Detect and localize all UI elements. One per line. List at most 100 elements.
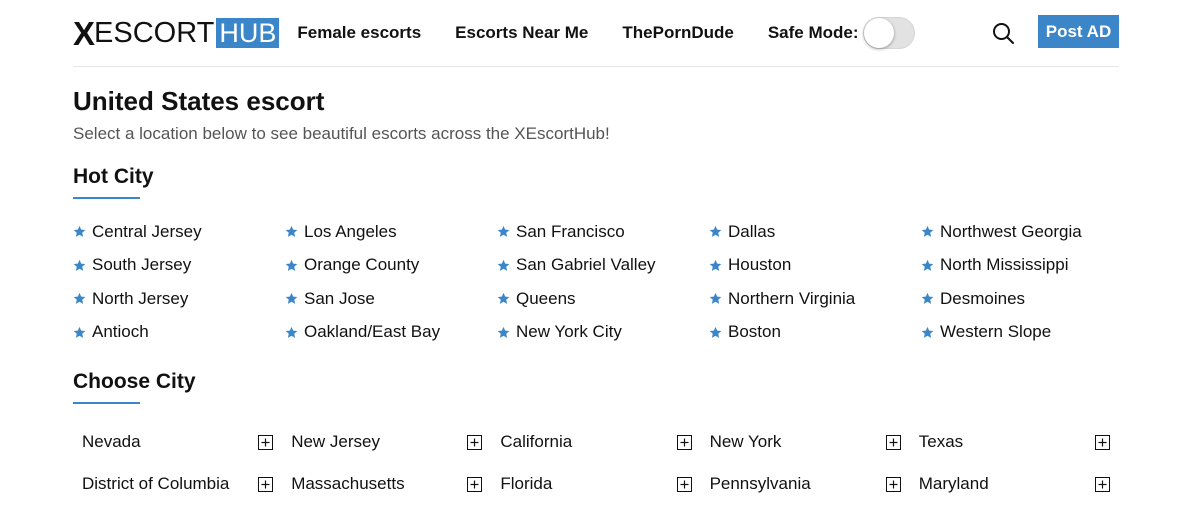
hot-city-link[interactable]: Boston (709, 322, 921, 342)
hot-city-label: New York City (516, 322, 622, 342)
expand-plus-icon[interactable] (1094, 434, 1110, 450)
hot-city-label: North Jersey (92, 288, 189, 308)
hot-city-link[interactable]: Northwest Georgia (921, 222, 1133, 242)
star-icon (73, 226, 86, 238)
nav-escorts-near-me[interactable]: Escorts Near Me (455, 23, 588, 43)
hot-city-grid: Central Jersey Los Angeles San Francisco Da… (73, 215, 1133, 349)
expand-plus-icon[interactable] (885, 476, 901, 492)
state-item[interactable]: New York (701, 432, 910, 452)
hot-city-underline (73, 197, 140, 199)
hot-city-label: South Jersey (92, 255, 192, 275)
hot-city-label: San Jose (304, 288, 375, 308)
star-icon (921, 259, 934, 271)
page: X ESCORT HUB Female escorts Escorts Near… (0, 0, 1200, 500)
site-header: X ESCORT HUB Female escorts Escorts Near… (73, 0, 1119, 67)
state-label: Florida (500, 474, 553, 493)
star-icon (921, 326, 934, 338)
hot-city-link[interactable]: North Mississippi (921, 255, 1133, 275)
star-icon (921, 293, 934, 305)
state-item[interactable]: Pennsylvania (701, 474, 910, 494)
hot-city-row: South Jersey Orange County San Gabriel Val… (73, 249, 1133, 283)
hot-city-label: Orange County (304, 255, 420, 275)
page-title: United States escort (73, 86, 325, 116)
hot-city-label: Western Slope (940, 322, 1052, 342)
nav-female-escorts[interactable]: Female escorts (297, 23, 421, 43)
state-label: Pennsylvania (709, 474, 811, 493)
star-icon (709, 326, 722, 338)
hot-city-link[interactable]: Western Slope (921, 322, 1133, 342)
state-item[interactable]: Massachusetts (282, 474, 491, 494)
choose-city-grid: Nevada New Jersey California New York Texas D… (73, 421, 1119, 505)
star-icon (285, 259, 298, 271)
hot-city-link[interactable]: Central Jersey (73, 222, 285, 242)
star-icon (497, 259, 510, 271)
state-item[interactable]: New Jersey (282, 432, 491, 452)
hot-city-label: Boston (728, 322, 781, 342)
hot-city-link[interactable]: Houston (709, 255, 921, 275)
hot-city-label: Antioch (92, 322, 149, 342)
expand-plus-icon[interactable] (676, 434, 692, 450)
expand-plus-icon[interactable] (258, 476, 274, 492)
site-logo[interactable]: X ESCORT HUB (73, 16, 280, 50)
hot-city-label: Queens (516, 288, 576, 308)
star-icon (497, 326, 510, 338)
hot-city-link[interactable]: Antioch (73, 322, 285, 342)
hot-city-label: Dallas (728, 221, 776, 241)
state-item[interactable]: Florida (491, 474, 700, 494)
choose-city-row: District of Columbia Massachusetts Florida… (73, 463, 1119, 505)
hot-city-row: North Jersey San Jose Queens Northern Virgi… (73, 282, 1133, 316)
hot-city-row: Central Jersey Los Angeles San Francisco Da… (73, 215, 1133, 249)
expand-plus-icon[interactable] (1094, 476, 1110, 492)
state-label: New Jersey (291, 432, 380, 451)
hot-city-label: Oakland/East Bay (304, 322, 441, 342)
hot-city-link[interactable]: Los Angeles (285, 222, 497, 242)
hot-city-link[interactable]: Desmoines (921, 289, 1133, 309)
expand-plus-icon[interactable] (467, 476, 483, 492)
hot-city-link[interactable]: San Jose (285, 289, 497, 309)
star-icon (285, 293, 298, 305)
hot-city-link[interactable]: North Jersey (73, 289, 285, 309)
search-icon[interactable] (991, 21, 1015, 45)
state-label: New York (709, 432, 782, 451)
star-icon (73, 326, 86, 338)
toggle-knob (863, 18, 894, 48)
nav-theporndude[interactable]: ThePornDude (622, 23, 733, 43)
star-icon (285, 226, 298, 238)
hot-city-label: San Francisco (516, 221, 625, 241)
state-item[interactable]: Maryland (910, 474, 1119, 494)
state-label: District of Columbia (82, 474, 230, 493)
state-item[interactable]: Nevada (73, 432, 282, 452)
choose-city-heading: Choose City (73, 370, 196, 393)
hot-city-link[interactable]: New York City (497, 322, 709, 342)
choose-city-underline (73, 402, 140, 404)
state-item[interactable]: California (491, 432, 700, 452)
hot-city-label: Central Jersey (92, 221, 202, 241)
expand-plus-icon[interactable] (885, 434, 901, 450)
expand-plus-icon[interactable] (467, 434, 483, 450)
hot-city-link[interactable]: Oakland/East Bay (285, 322, 497, 342)
expand-plus-icon[interactable] (258, 434, 274, 450)
logo-hub: HUB (216, 18, 280, 48)
hot-city-link[interactable]: Dallas (709, 222, 921, 242)
hot-city-link[interactable]: Orange County (285, 255, 497, 275)
safe-mode-toggle[interactable] (862, 17, 915, 49)
star-icon (709, 226, 722, 238)
star-icon (709, 293, 722, 305)
state-item[interactable]: District of Columbia (73, 474, 282, 494)
star-icon (497, 293, 510, 305)
hot-city-label: San Gabriel Valley (516, 255, 656, 275)
hot-city-link[interactable]: Northern Virginia (709, 289, 921, 309)
star-icon (285, 326, 298, 338)
state-item[interactable]: Texas (910, 432, 1119, 452)
state-label: Nevada (82, 432, 141, 451)
hot-city-label: Los Angeles (304, 221, 397, 241)
hot-city-link[interactable]: San Gabriel Valley (497, 255, 709, 275)
hot-city-label: Houston (728, 255, 792, 275)
hot-city-link[interactable]: Queens (497, 289, 709, 309)
hot-city-link[interactable]: South Jersey (73, 255, 285, 275)
hot-city-link[interactable]: San Francisco (497, 222, 709, 242)
safe-mode: Safe Mode: (768, 17, 915, 49)
expand-plus-icon[interactable] (676, 476, 692, 492)
hot-city-label: Desmoines (940, 288, 1026, 308)
post-ad-button[interactable]: Post AD (1038, 15, 1119, 48)
